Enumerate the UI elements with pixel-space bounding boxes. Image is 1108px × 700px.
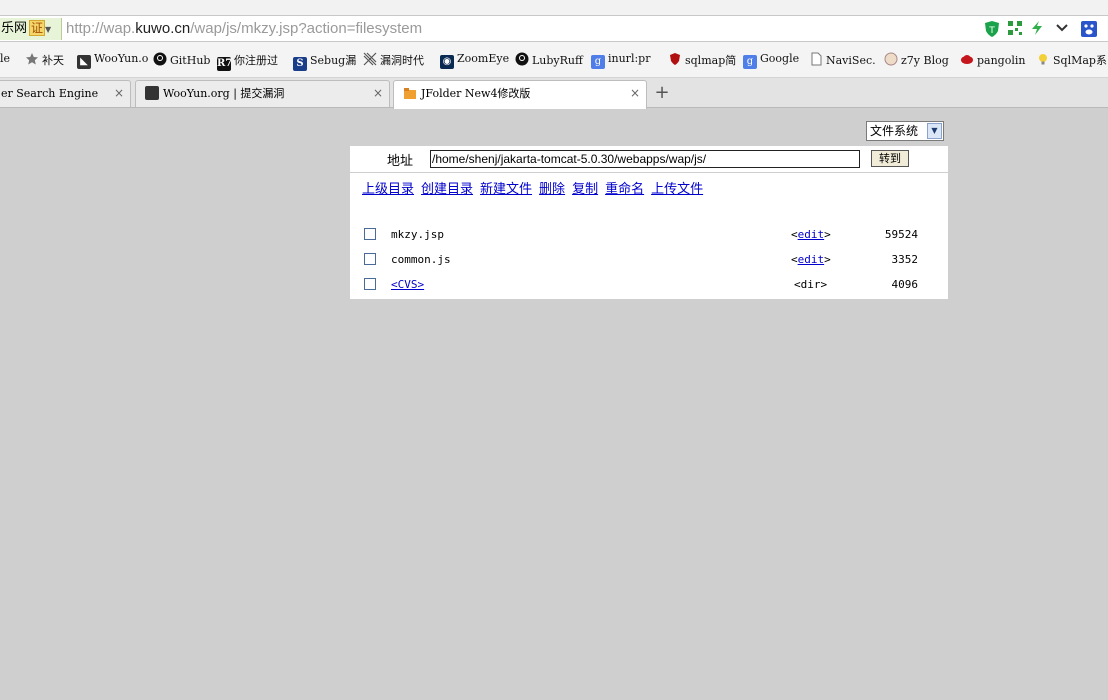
file-checkbox[interactable] (364, 253, 376, 265)
folder-icon (403, 84, 417, 99)
address-label: 地址 (387, 154, 414, 169)
upload-file-link[interactable]: 上传文件 (651, 182, 703, 197)
google-icon: g (591, 55, 605, 69)
chevron-down-icon[interactable] (1053, 20, 1071, 38)
bookmark-item[interactable]: 漏洞时代 (363, 52, 424, 68)
bookmark-item[interactable]: GitHub (153, 52, 210, 67)
file-manager-panel: 地址 /home/shenj/jakarta-tomcat-5.0.30/web… (350, 146, 948, 299)
bookmark-item[interactable]: ◣ WooYun.o (77, 52, 148, 69)
bookmark-item[interactable]: ◉ ZoomEye (440, 52, 509, 69)
path-input[interactable]: /home/shenj/jakarta-tomcat-5.0.30/webapp… (430, 150, 860, 168)
file-name: common.js (391, 253, 451, 266)
close-icon[interactable]: × (373, 81, 383, 106)
bookmark-item[interactable]: sqlmap简 (668, 52, 736, 68)
copy-link[interactable]: 复制 (572, 182, 598, 197)
tab-label: JFolder New4修改版 (421, 87, 531, 100)
bulb-icon (1036, 52, 1050, 66)
file-size: 4096 (891, 278, 919, 291)
chevron-down-icon: ▼ (45, 25, 52, 34)
r7-icon: R7 (217, 57, 233, 71)
svg-text:T: T (988, 26, 995, 36)
file-action: <edit> (791, 253, 831, 266)
file-size: 59524 (884, 228, 918, 241)
address-bar: 乐网证 ▼ http://wap.kuwo.cn/wap/js/mkzy.jsp?… (0, 15, 1108, 42)
lightning-icon[interactable] (1028, 20, 1046, 38)
bookmark-item[interactable]: LubyRuff (515, 52, 583, 67)
tab-bar: er Search Engine × WooYun.org | 提交漏洞 × J… (0, 78, 1108, 109)
zoomeye-icon: ◉ (440, 55, 454, 69)
security-badge[interactable]: 乐网证 ▼ (0, 18, 62, 40)
google-icon: g (743, 55, 757, 69)
url-path: /wap/js/mkzy.jsp?action=filesystem (190, 20, 423, 37)
action-links: 上级目录 创建目录 新建文件 删除 复制 重命名 上传文件 (362, 178, 710, 197)
bookmark-item[interactable]: le (0, 52, 10, 65)
url-input[interactable]: http://wap.kuwo.cn/wap/js/mkzy.jsp?actio… (66, 20, 422, 37)
baidu-paw-icon[interactable] (1080, 20, 1098, 38)
bookmark-item[interactable]: R7 你注册过 (217, 52, 278, 71)
file-action: <edit> (791, 228, 831, 241)
redhat-icon (960, 52, 974, 66)
bookmark-item[interactable]: 补天 (25, 52, 64, 68)
filesystem-select-value: 文件系统 (870, 124, 919, 138)
file-name: mkzy.jsp (391, 228, 444, 241)
crosshatch-icon (363, 52, 377, 66)
tab-label: er Search Engine (1, 87, 99, 100)
edit-link[interactable]: edit (798, 228, 825, 241)
shield-icon[interactable]: T (983, 20, 1001, 38)
certificate-icon: 证 (29, 20, 46, 36)
close-icon[interactable]: × (114, 81, 124, 106)
url-host: kuwo.cn (135, 20, 191, 37)
github-icon (153, 52, 167, 66)
divider (350, 172, 948, 173)
bookmark-item[interactable]: pangolin (960, 52, 1025, 67)
file-row: mkzy.jsp <edit> 59524 (350, 224, 948, 244)
window-top-strip (0, 0, 1108, 15)
wooyun-icon: ◣ (77, 55, 91, 69)
wooyun-icon (145, 86, 159, 100)
bookmark-item[interactable]: NaviSec. (809, 52, 876, 67)
create-directory-link[interactable]: 创建目录 (421, 182, 473, 197)
file-row: common.js <edit> 3352 (350, 249, 948, 269)
directory-link[interactable]: <CVS> (391, 278, 424, 291)
github-icon (515, 52, 529, 66)
tab-label: WooYun.org | 提交漏洞 (163, 87, 285, 100)
rename-link[interactable]: 重命名 (605, 182, 644, 197)
tab-wooyun[interactable]: WooYun.org | 提交漏洞 × (135, 80, 390, 107)
bookmarks-bar: le 补天 ◣ WooYun.o GitHub R7 你注册过 S Sebug漏 漏洞… (0, 42, 1108, 78)
file-row: <CVS> <dir> 4096 (350, 274, 948, 294)
dir-label: <dir> (794, 278, 828, 291)
sebug-icon: S (293, 57, 307, 71)
close-icon[interactable]: × (630, 81, 640, 106)
qrcode-icon[interactable] (1006, 20, 1024, 38)
new-file-link[interactable]: 新建文件 (480, 182, 532, 197)
security-badge-label: 乐网 (1, 21, 28, 36)
bookmark-item[interactable]: SqlMap系 (1036, 52, 1107, 68)
delete-link[interactable]: 删除 (539, 182, 565, 197)
page-icon (809, 52, 823, 66)
filesystem-select[interactable]: 文件系统 ▼ (866, 121, 944, 141)
new-tab-button[interactable]: + (650, 82, 674, 106)
url-prefix: http://wap. (66, 20, 136, 37)
shield-icon (668, 52, 682, 66)
bookmark-item[interactable]: S Sebug漏 (293, 52, 356, 71)
go-button[interactable]: 转到 (871, 150, 909, 167)
chevron-down-icon: ▼ (927, 123, 942, 139)
star-icon (25, 52, 39, 66)
bookmark-item[interactable]: g inurl:pr (591, 52, 650, 69)
parent-directory-link[interactable]: 上级目录 (362, 182, 414, 197)
file-checkbox[interactable] (364, 278, 376, 290)
file-checkbox[interactable] (364, 228, 376, 240)
edit-link[interactable]: edit (798, 253, 825, 266)
bookmark-item[interactable]: g Google (743, 52, 799, 69)
tab-search-engine[interactable]: er Search Engine × (0, 80, 131, 107)
bookmark-item[interactable]: z7y Blog (884, 52, 949, 67)
tab-jfolder[interactable]: JFolder New4修改版 × (393, 80, 647, 109)
avatar-icon (884, 52, 898, 66)
file-size: 3352 (891, 253, 919, 266)
